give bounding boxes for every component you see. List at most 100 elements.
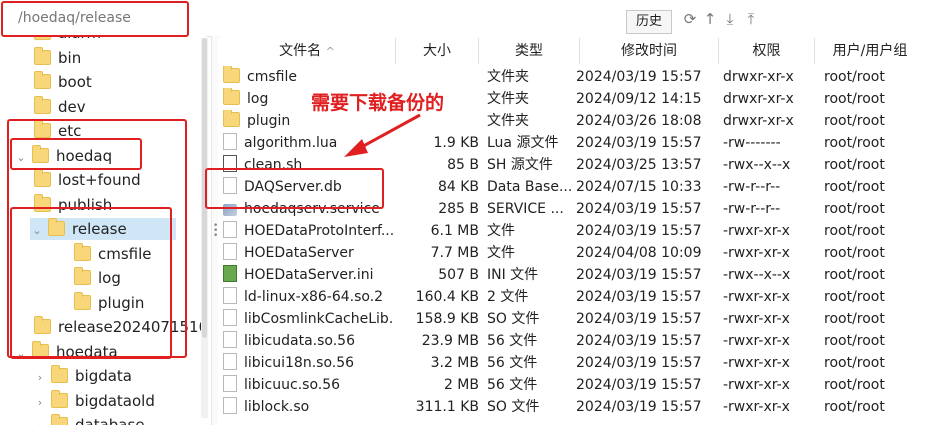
file-modified-time: 2024/03/19 15:57 bbox=[576, 69, 702, 85]
column-header-name[interactable]: 文件名 ^ bbox=[219, 38, 396, 64]
folder-icon bbox=[223, 66, 240, 83]
folder-icon bbox=[34, 46, 51, 65]
file-row[interactable]: libicuuc.so.56 2 MB 56 文件 2024/03/19 15:57 -… bbox=[219, 374, 935, 396]
file-type: Data Base... bbox=[487, 179, 573, 195]
upload-icon[interactable]: ⤒ bbox=[742, 9, 760, 29]
folder-icon bbox=[223, 88, 240, 105]
release-highlight-box bbox=[10, 207, 172, 359]
file-row[interactable]: libicui18n.so.56 3.2 MB 56 文件 2024/03/19 15… bbox=[219, 352, 935, 374]
file-name: libicuuc.so.56 bbox=[223, 374, 393, 396]
file-permissions: -rw-r--r-- bbox=[723, 179, 781, 195]
folder-icon bbox=[223, 110, 240, 127]
download-icon[interactable]: ⤓ bbox=[721, 9, 739, 29]
column-header-mtime[interactable]: 修改时间 bbox=[580, 38, 719, 64]
file-size bbox=[395, 66, 479, 88]
file-modified-time: 2024/03/19 15:57 bbox=[576, 267, 702, 283]
tree-item-boot[interactable]: boot bbox=[34, 71, 92, 93]
file-permissions: -rwxr-xr-x bbox=[723, 399, 790, 415]
sort-ascending-icon: ^ bbox=[325, 45, 335, 58]
tree-item-bin[interactable]: bin bbox=[34, 46, 81, 69]
tree-item-dev[interactable]: dev bbox=[34, 95, 86, 118]
file-size: 6.1 MB bbox=[430, 223, 479, 239]
history-button[interactable]: 历史 bbox=[626, 10, 672, 34]
file-permissions: -rwxr-xr-x bbox=[723, 245, 790, 261]
file-permissions: -rwxr-xr-x bbox=[723, 333, 790, 349]
file-owner: root/root bbox=[824, 377, 885, 393]
file-type: SO 文件 bbox=[487, 399, 540, 415]
file-size: 160.4 KB bbox=[415, 289, 479, 305]
file-permissions: -rwxr-xr-x bbox=[723, 355, 790, 371]
tree-item-bigdataold[interactable]: › bigdataold bbox=[33, 389, 155, 414]
file-name: libicui18n.so.56 bbox=[223, 352, 393, 374]
file-owner: root/root bbox=[824, 91, 885, 107]
up-icon[interactable]: ↑ bbox=[701, 9, 719, 29]
file-permissions: drwxr-xr-x bbox=[723, 69, 794, 85]
file-modified-time: 2024/03/19 15:57 bbox=[576, 223, 702, 239]
tree-item-label: bigdata bbox=[75, 367, 132, 385]
file-name: HOEDataProtoInterf... bbox=[223, 220, 393, 242]
column-header-size[interactable]: 大小 bbox=[396, 38, 479, 64]
file-permissions: -rw-r--r-- bbox=[723, 201, 781, 217]
file-name: cmsfile bbox=[223, 66, 393, 88]
column-header-type[interactable]: 类型 bbox=[479, 38, 580, 64]
file-owner: root/root bbox=[824, 245, 885, 261]
file-row[interactable]: HOEDataServer.ini 507 B INI 文件 2024/03/19 1… bbox=[219, 264, 935, 286]
path-highlight-box bbox=[1, 1, 189, 37]
file-owner: root/root bbox=[824, 179, 885, 195]
chevron-right-icon[interactable]: › bbox=[33, 416, 47, 425]
file-type: 文件 bbox=[487, 245, 515, 261]
file-size: 285 B bbox=[438, 201, 479, 217]
file-name-text: HOEDataServer.ini bbox=[244, 267, 374, 283]
file-type: 文件夹 bbox=[487, 113, 529, 129]
file-name: libCosmlinkCacheLib... bbox=[223, 308, 393, 330]
refresh-icon[interactable]: ⟳ bbox=[681, 9, 699, 29]
file-size: 3.2 MB bbox=[430, 355, 479, 371]
file-size: 2 MB bbox=[443, 377, 479, 393]
file-icon bbox=[223, 375, 237, 392]
file-row[interactable]: algorithm.lua 1.9 KB Lua 源文件 2024/03/19 15:… bbox=[219, 132, 935, 154]
file-name: liblock.so bbox=[223, 396, 393, 418]
file-owner: root/root bbox=[824, 355, 885, 371]
file-type: 56 文件 bbox=[487, 377, 538, 393]
file-highlight-box bbox=[205, 168, 384, 209]
tree-item-alarm[interactable]: alarm bbox=[34, 36, 101, 44]
file-icon bbox=[223, 243, 237, 260]
file-owner: root/root bbox=[824, 157, 885, 173]
file-modified-time: 2024/04/08 10:09 bbox=[576, 245, 702, 261]
chevron-right-icon[interactable]: › bbox=[33, 392, 47, 414]
file-modified-time: 2024/03/19 15:57 bbox=[576, 399, 702, 415]
file-name: libicudata.so.56 bbox=[223, 330, 393, 352]
file-type: SERVICE ... bbox=[487, 201, 564, 217]
file-row[interactable]: cmsfile 文件夹 2024/03/19 15:57 drwxr-xr-x root… bbox=[219, 66, 935, 88]
column-header-permissions[interactable]: 权限 bbox=[719, 38, 815, 64]
file-row[interactable]: HOEDataServer 7.7 MB 文件 2024/04/08 10:09 -rw… bbox=[219, 242, 935, 264]
file-permissions: drwxr-xr-x bbox=[723, 91, 794, 107]
file-size: 311.1 KB bbox=[415, 399, 479, 415]
file-icon bbox=[223, 331, 237, 348]
splitter-grip-icon: • • • bbox=[213, 221, 219, 241]
tree-item-label: bigdataold bbox=[75, 391, 155, 410]
tree-item-database[interactable]: › database bbox=[33, 414, 145, 425]
file-modified-time: 2024/03/19 15:57 bbox=[576, 377, 702, 393]
file-type: INI 文件 bbox=[487, 267, 539, 283]
folder-icon bbox=[51, 389, 68, 408]
file-modified-time: 2024/09/12 14:15 bbox=[576, 91, 702, 107]
file-size: 158.9 KB bbox=[415, 311, 479, 327]
file-modified-time: 2024/03/19 15:57 bbox=[576, 311, 702, 327]
tree-item-bigdata[interactable]: › bigdata bbox=[33, 365, 132, 387]
file-type: 文件 bbox=[487, 223, 515, 239]
file-owner: root/root bbox=[824, 311, 885, 327]
tree-item-label: dev bbox=[58, 97, 86, 116]
file-owner: root/root bbox=[824, 135, 885, 151]
file-row[interactable]: libicudata.so.56 23.9 MB 56 文件 2024/03/19 1… bbox=[219, 330, 935, 352]
file-type: 2 文件 bbox=[487, 289, 529, 305]
column-header-owner[interactable]: 用户/用户组 bbox=[815, 38, 925, 64]
file-row[interactable]: ld-linux-x86-64.so.2 160.4 KB 2 文件 2024/03/… bbox=[219, 286, 935, 308]
file-row[interactable]: liblock.so 311.1 KB SO 文件 2024/03/19 15:57 -… bbox=[219, 396, 935, 418]
tree-scrollbar[interactable] bbox=[201, 38, 208, 418]
chevron-right-icon[interactable]: › bbox=[33, 367, 47, 389]
file-size: 507 B bbox=[438, 267, 479, 283]
file-permissions: -rwxr-xr-x bbox=[723, 311, 790, 327]
file-row[interactable]: HOEDataProtoInterf... 6.1 MB 文件 2024/03/19 … bbox=[219, 220, 935, 242]
file-row[interactable]: libCosmlinkCacheLib... 158.9 KB SO 文件 2024/… bbox=[219, 308, 935, 330]
